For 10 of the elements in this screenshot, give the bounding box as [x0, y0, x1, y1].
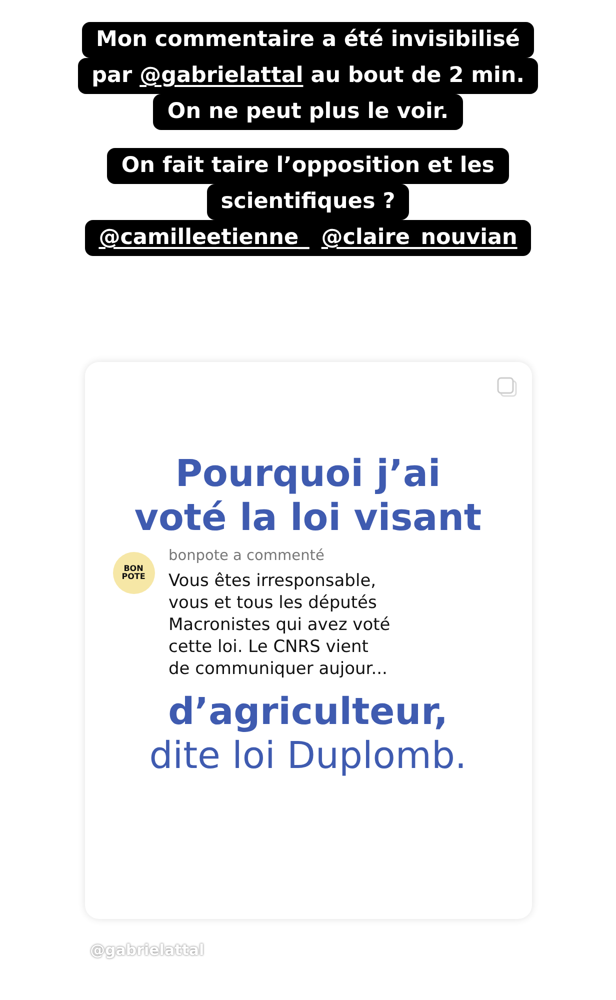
- avatar: BON POTE: [112, 552, 154, 594]
- post-headline: voté la loi visant: [134, 496, 482, 540]
- comment-preview[interactable]: BON POTE bonpote a commenté Vous êtes irresponsable, vous et tous les députés Macronistes qui avez voté cette loi. Le CNRS vient de communiquer aujour...: [84, 540, 532, 688]
- carousel-icon: [496, 376, 518, 398]
- post-headline: d’agriculteur,: [168, 692, 448, 732]
- post-headline: Pourquoi j’ai: [175, 452, 441, 496]
- post-headline: dite loi Duplomb.: [149, 733, 467, 779]
- comment-author: bonpote a commenté: [168, 548, 326, 564]
- post-card[interactable]: [84, 362, 532, 919]
- comment-text: Vous êtes irresponsable, vous et tous les députés Macronistes qui avez voté cette loi. Le CNRS vient de communiquer aujour...: [168, 570, 390, 680]
